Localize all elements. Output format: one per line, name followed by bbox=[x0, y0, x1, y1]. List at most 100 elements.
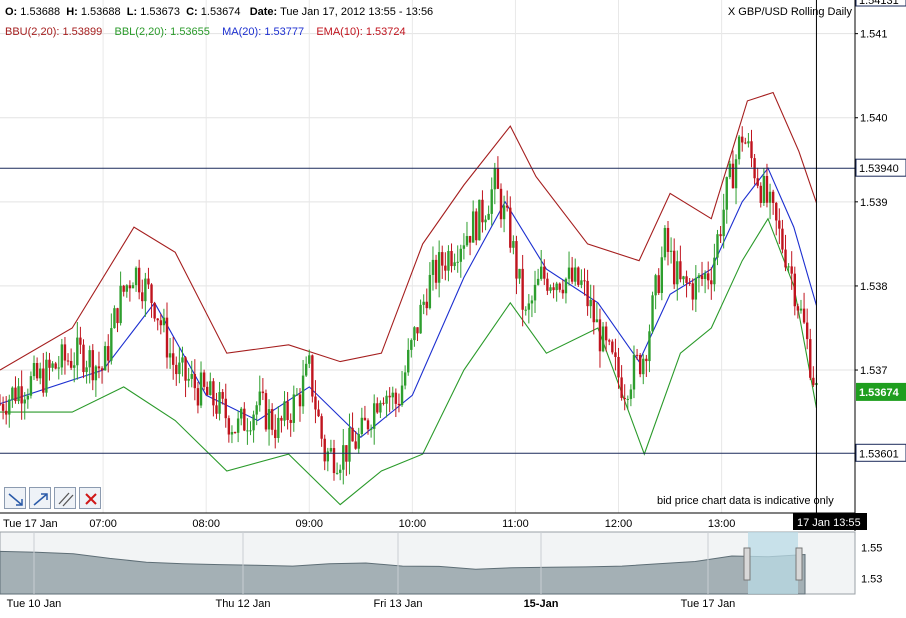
candle-body bbox=[98, 366, 100, 368]
candle-body bbox=[280, 418, 282, 421]
candle-body bbox=[654, 275, 656, 295]
candle-body bbox=[231, 432, 233, 434]
candle-body bbox=[252, 415, 254, 431]
candle-body bbox=[243, 409, 245, 431]
candle-body bbox=[664, 228, 666, 257]
candle-body bbox=[116, 308, 118, 323]
candle-body bbox=[766, 176, 768, 203]
channel-tool-button[interactable] bbox=[54, 487, 76, 509]
candle-body bbox=[48, 360, 50, 368]
candle-body bbox=[633, 355, 635, 390]
candle-body bbox=[639, 355, 641, 374]
open-label: O: bbox=[5, 6, 17, 18]
candle-body bbox=[14, 388, 16, 401]
candle-body bbox=[457, 262, 459, 263]
y-tick-label: 1.537 bbox=[860, 365, 888, 377]
candle-body bbox=[645, 359, 647, 361]
candle-body bbox=[157, 319, 159, 321]
candle-body bbox=[726, 177, 728, 210]
candle-body bbox=[611, 342, 613, 353]
y-tick-label: 1.539 bbox=[860, 197, 888, 209]
candle-body bbox=[277, 418, 279, 438]
candle-body bbox=[320, 416, 322, 439]
close-label: C: bbox=[186, 6, 198, 18]
date-value: Tue Jan 17, 2012 13:55 - 13:56 bbox=[280, 6, 433, 18]
candle-body bbox=[324, 439, 326, 462]
candle-body bbox=[141, 292, 143, 301]
candle-body bbox=[791, 266, 793, 273]
candle-body bbox=[0, 404, 1, 405]
price-chart[interactable]: 1.539401.536011.541311.5367417 Jan 13:55… bbox=[0, 0, 906, 613]
candle-body bbox=[463, 245, 465, 248]
y-tick-label: 1.538 bbox=[860, 281, 888, 293]
disclaimer: bid price chart data is indicative only bbox=[657, 495, 834, 507]
candle-body bbox=[426, 302, 428, 308]
candle-body bbox=[27, 396, 29, 400]
x-tick-label: Tue 17 Jan bbox=[3, 518, 58, 530]
candle-body bbox=[438, 252, 440, 283]
ma-label: MA(20): bbox=[222, 26, 261, 38]
candle-body bbox=[407, 350, 409, 373]
trend-down-tool-button[interactable] bbox=[4, 487, 26, 509]
navigator-handle-right bbox=[796, 548, 802, 580]
candle-body bbox=[370, 429, 372, 430]
candle-body bbox=[373, 403, 375, 429]
candle-body bbox=[395, 393, 397, 404]
candle-body bbox=[540, 267, 542, 279]
candle-body bbox=[249, 430, 251, 431]
candle-body bbox=[262, 392, 264, 394]
candle-body bbox=[658, 275, 660, 293]
candle-body bbox=[67, 361, 69, 362]
candle-body bbox=[800, 309, 802, 311]
candle-body bbox=[583, 280, 585, 281]
bbl-label: BBL(2,20): bbox=[114, 26, 167, 38]
candle-body bbox=[794, 274, 796, 307]
candle-body bbox=[113, 308, 115, 328]
candle-body bbox=[305, 364, 307, 376]
candle-body bbox=[135, 268, 137, 285]
candle-body bbox=[64, 344, 66, 360]
candle-body bbox=[701, 275, 703, 279]
candle-body bbox=[750, 141, 752, 158]
candle-body bbox=[361, 418, 363, 434]
candle-body bbox=[259, 392, 261, 406]
delete-tool-button[interactable] bbox=[79, 487, 101, 509]
navigator-handle-left bbox=[744, 548, 750, 580]
candle-body bbox=[376, 403, 378, 412]
high-value: 1.53688 bbox=[81, 6, 121, 18]
candle-body bbox=[574, 267, 576, 281]
candle-body bbox=[160, 320, 162, 325]
candle-body bbox=[61, 344, 63, 367]
candle-body bbox=[5, 411, 7, 415]
trend-up-tool-icon bbox=[30, 488, 52, 510]
candle-body bbox=[676, 261, 678, 284]
candle-body bbox=[336, 473, 338, 474]
y-tick-label: 1.541 bbox=[860, 29, 888, 41]
candle-body bbox=[422, 302, 424, 305]
candle-body bbox=[565, 279, 567, 293]
candle-body bbox=[194, 374, 196, 388]
candle-body bbox=[580, 280, 582, 285]
candle-body bbox=[812, 378, 814, 385]
ma-value: 1.53777 bbox=[264, 26, 304, 38]
candle-body bbox=[221, 392, 223, 399]
candle-body bbox=[571, 268, 573, 282]
channel-tool-icon bbox=[55, 488, 77, 510]
candle-body bbox=[484, 220, 486, 223]
candle-body bbox=[166, 318, 168, 358]
x-tick-label: 10:00 bbox=[399, 518, 427, 530]
candle-body bbox=[435, 260, 437, 283]
candle-body bbox=[283, 401, 285, 420]
trend-up-tool-button[interactable] bbox=[29, 487, 51, 509]
candle-body bbox=[478, 200, 480, 240]
last-price-label: 1.53674 bbox=[859, 387, 900, 399]
x-tick-label: 11:00 bbox=[502, 518, 529, 530]
candle-body bbox=[11, 388, 13, 400]
x-tick-label: 09:00 bbox=[295, 518, 323, 530]
candle-body bbox=[401, 386, 403, 406]
ema-value: 1.53724 bbox=[366, 26, 406, 38]
navigator-x-label: Tue 10 Jan bbox=[7, 598, 62, 610]
candle-body bbox=[772, 192, 774, 203]
candle-body bbox=[339, 470, 341, 473]
candle-body bbox=[500, 189, 502, 219]
